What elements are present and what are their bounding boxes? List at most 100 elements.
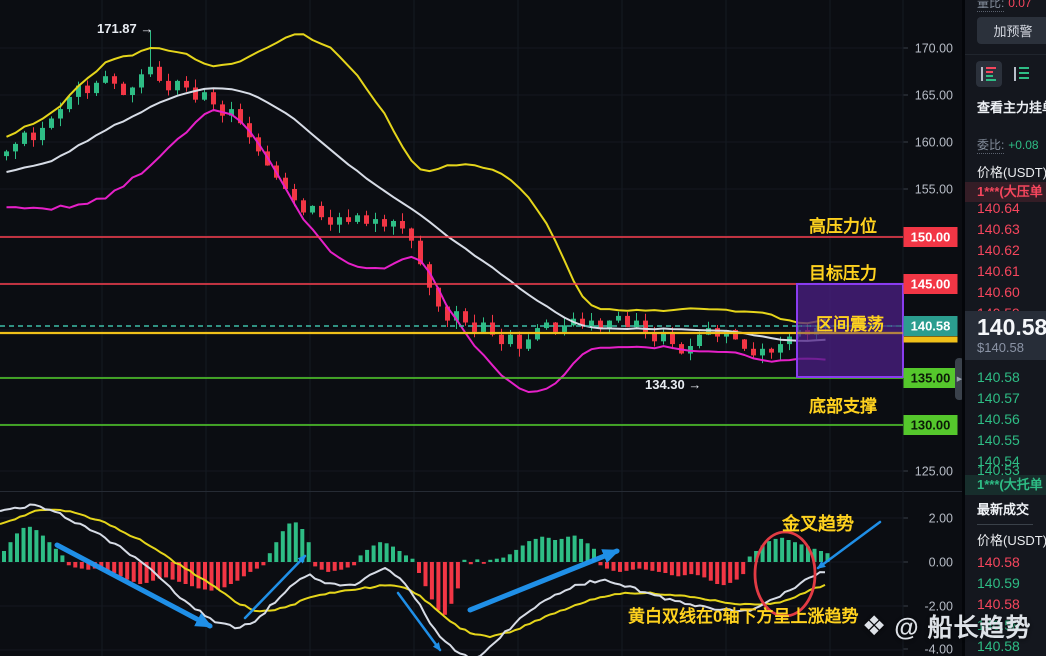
last-price-block[interactable]: 140.58 $140.58 (965, 311, 1046, 360)
trade-row[interactable]: 140.59 (977, 574, 1020, 592)
macd-histogram-bar (767, 541, 772, 562)
macd-histogram-bar (326, 562, 331, 572)
macd-histogram-bar (676, 562, 681, 577)
bid-row[interactable]: 140.57 (977, 389, 1020, 407)
macd-histogram-bar (449, 562, 454, 604)
macd-histogram-bar (235, 562, 240, 581)
macd-histogram-bar (462, 559, 467, 562)
axis-tick-label: 0.00 (929, 556, 953, 570)
orderbook-price-header: 价格(USDT) (977, 165, 1046, 180)
macd-histogram-bar (514, 549, 519, 562)
orderbook-list-icon[interactable] (1009, 61, 1035, 87)
macd-histogram-bar (228, 562, 233, 584)
macd-histogram-bar (391, 546, 395, 562)
candle-body (526, 339, 531, 349)
candle-body (742, 339, 747, 349)
candle-body (94, 82, 99, 94)
macd-histogram-bar (747, 556, 752, 562)
macd-histogram-bar (417, 562, 421, 573)
candle-body (319, 205, 324, 218)
macd-histogram-bar (203, 562, 207, 590)
macd-histogram-bar (624, 562, 629, 571)
add-alert-button[interactable]: 加预警 (977, 17, 1046, 44)
macd-histogram-bar (682, 562, 687, 576)
trade-row[interactable]: 140.58 (977, 616, 1020, 634)
macd-histogram-bar (118, 562, 123, 577)
candle-body (148, 66, 153, 75)
candle-body (292, 189, 297, 201)
ask-row[interactable]: 140.63 (977, 220, 1020, 238)
ask-row[interactable]: 140.62 (977, 241, 1020, 259)
macd-histogram-bar (2, 551, 6, 562)
candle-body (769, 348, 774, 353)
macd-histogram-bar (488, 559, 493, 562)
ask-row[interactable]: 140.61 (977, 262, 1020, 280)
clipped-ratio-row: 量比: 0.07 (977, 0, 1032, 12)
bid-row[interactable]: 140.58 (977, 368, 1020, 386)
macd-histogram-bar (455, 562, 460, 589)
macd-histogram-bar (656, 562, 661, 572)
macd-histogram-bar (79, 562, 84, 569)
macd-histogram-bar (630, 562, 635, 570)
divider (977, 524, 1033, 525)
big-buy-order-tag[interactable]: 1***(大托单 (965, 475, 1046, 495)
trade-row[interactable]: 140.58 (977, 553, 1020, 571)
trade-row[interactable]: 140.58 (977, 637, 1020, 655)
macd-histogram-bar (429, 562, 434, 600)
bid-row[interactable]: 140.56 (977, 410, 1020, 428)
trades-price-header: 价格(USDT) (977, 533, 1046, 548)
candle-body (31, 132, 36, 141)
ask-row[interactable]: 140.60 (977, 283, 1020, 301)
macd-histogram-bar (345, 562, 350, 568)
macd-histogram-bar (40, 535, 45, 562)
candle-body (409, 228, 414, 241)
candle-body (328, 217, 333, 225)
macd-histogram-bar (598, 562, 603, 566)
macd-histogram-bar (618, 562, 622, 572)
macd-histogram-bar (112, 562, 117, 573)
macd-histogram-bar (540, 536, 545, 562)
macd-histogram-bar (164, 562, 169, 578)
candle-body (184, 80, 189, 88)
macd-histogram-bar (611, 562, 616, 571)
macd-histogram-bar (669, 562, 674, 576)
chart-canvas[interactable]: 170.00 165.00 160.00 155.00 125.00 2.00 0.00 -2… (0, 0, 965, 656)
macd-histogram-bar (410, 558, 415, 562)
macd-histogram-bar (280, 531, 285, 562)
view-main-orders-title[interactable]: 查看主力挂单 (977, 99, 1046, 117)
axis-tick-label: 155.00 (915, 183, 953, 197)
candle-body (103, 76, 108, 83)
macd-histogram-bar (663, 562, 668, 573)
macd-histogram-bar (605, 562, 609, 569)
macd-histogram-bar (715, 562, 720, 584)
big-sell-order-tag[interactable]: 1***(大压单 (965, 182, 1046, 202)
orderbook-both-sides-icon[interactable] (976, 61, 1002, 87)
axis-tick-label: -2.00 (925, 600, 954, 614)
annotation-high-pressure: 高压力位 (809, 216, 877, 236)
macd-histogram-bar (793, 542, 797, 562)
macd-histogram-bar (397, 551, 402, 562)
candle-body (211, 92, 216, 105)
candle-body (463, 311, 468, 323)
candle-body (40, 127, 45, 141)
macd-histogram-bar (695, 562, 700, 576)
candle-body (13, 143, 18, 152)
candle-body (499, 334, 504, 345)
macd-histogram-bar (566, 536, 571, 562)
orderbook-sidebar: 量比: 0.07 加预警 查看主力挂单 委比: +0.08 价格(USDT) 1… (965, 0, 1046, 656)
candle-body (139, 74, 144, 88)
candle-body (373, 219, 378, 224)
price-level-tag-label: 130.00 (911, 418, 951, 433)
bid-row[interactable]: 140.55 (977, 431, 1020, 449)
annotation-golden-cross: 金叉趋势 (781, 513, 854, 534)
candle-body (121, 83, 126, 95)
macd-histogram-bar (689, 562, 694, 575)
macd-histogram-bar (53, 548, 58, 562)
trade-row[interactable]: 140.58 (977, 595, 1020, 613)
macd-histogram-bar (436, 562, 441, 611)
macd-histogram-bar (21, 527, 26, 562)
bid-row-clipped[interactable]: 140.53 (977, 462, 1020, 475)
axis-tick-label: -4.00 (925, 643, 954, 656)
macd-histogram-bar (404, 555, 408, 562)
candle-body (346, 217, 351, 222)
